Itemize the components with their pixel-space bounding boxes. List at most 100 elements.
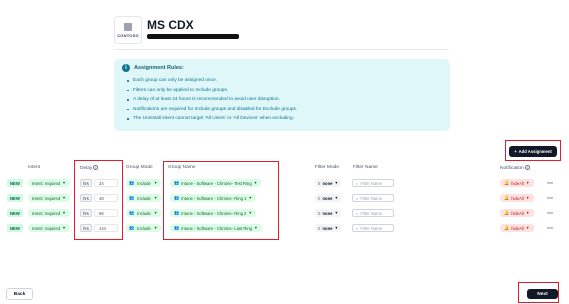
filter-name-placeholder: Filter Name (360, 225, 382, 231)
intent-select[interactable]: Intent: required ▼ (28, 209, 70, 217)
filter-icon: ≡ (318, 195, 321, 201)
header-notification: Notification i (500, 165, 530, 171)
help-icon[interactable]: i (524, 165, 530, 170)
filter-mode-value: none (322, 210, 333, 216)
people-icon: 👥 (129, 180, 135, 185)
redacted-subtitle (147, 34, 239, 39)
bell-icon: 🔔 (504, 180, 510, 185)
chevron-down-icon: ▼ (525, 181, 530, 185)
filter-name-placeholder: Filter Name (360, 210, 382, 216)
group-mode-select[interactable]: 👥 Include ▼ (126, 194, 161, 202)
chevron-down-icon: ▼ (525, 196, 530, 200)
people-icon: 👥 (129, 195, 135, 200)
bell-icon: 🔔 (504, 225, 510, 230)
filter-name-placeholder: Filter Name (360, 195, 382, 201)
notification-select[interactable]: 🔔 hideAll ▼ (500, 194, 534, 202)
filter-mode-select[interactable]: ≡ none ▼ (315, 209, 342, 217)
notification-select[interactable]: 🔔 hideAll ▼ (500, 179, 534, 187)
chevron-down-icon: ▼ (62, 226, 66, 230)
info-icon: i (122, 64, 130, 72)
search-icon: ⌕ (356, 180, 359, 186)
search-icon: ⌕ (356, 225, 359, 231)
next-button[interactable]: Next (527, 289, 558, 299)
notification-select[interactable]: 🔔 hideAll ▼ (500, 224, 534, 232)
rule-item: The Uninstall intent cannot target 'All … (127, 114, 442, 124)
org-logo: CONTOSO (114, 16, 142, 44)
app-title: MS CDX (147, 18, 194, 32)
highlight-group-name-column (163, 161, 279, 240)
filter-mode-value: none (322, 195, 333, 201)
filter-name-placeholder: Filter Name (360, 180, 382, 186)
group-mode-select[interactable]: 👥 Include ▼ (126, 209, 161, 217)
chevron-down-icon: ▼ (153, 211, 158, 215)
filter-name-input[interactable]: ⌕ Filter Name (352, 194, 394, 202)
chevron-down-icon: ▼ (62, 196, 66, 200)
intent-value: Intent: required (32, 195, 61, 201)
notification-value: hideAll (511, 210, 524, 216)
back-button[interactable]: Back (6, 288, 33, 300)
search-icon: ⌕ (356, 195, 359, 201)
intent-select[interactable]: Intent: required ▼ (28, 224, 70, 232)
people-icon: 👥 (129, 225, 135, 230)
assignment-rules-panel: i Assignment Rules: Each group can only … (114, 59, 450, 131)
chevron-down-icon: ▼ (525, 211, 530, 215)
rule-item: Each group can only be assigned once. (127, 76, 442, 86)
group-mode-value: Include (137, 210, 151, 216)
new-badge: NEW (7, 224, 23, 232)
header-notification-label: Notification (500, 165, 524, 171)
rule-item: Notifications are required for Include g… (127, 105, 442, 115)
chevron-down-icon: ▼ (153, 196, 158, 200)
intent-select[interactable]: Intent: required ▼ (28, 179, 70, 187)
new-badge: NEW (7, 194, 23, 202)
more-options-icon[interactable]: ⋯ (546, 224, 554, 232)
new-badge: NEW (7, 179, 23, 187)
intent-value: Intent: required (32, 180, 61, 186)
filter-mode-select[interactable]: ≡ none ▼ (315, 194, 342, 202)
logo-text: CONTOSO (117, 32, 139, 38)
chevron-down-icon: ▼ (334, 196, 339, 200)
new-badge: NEW (7, 209, 23, 217)
logo-icon (124, 22, 132, 31)
notification-value: hideAll (511, 195, 524, 201)
intent-value: Intent: required (32, 210, 61, 216)
header-intent: Intent (28, 165, 41, 170)
bell-icon: 🔔 (504, 195, 510, 200)
group-mode-select[interactable]: 👥 Include ▼ (126, 179, 161, 187)
rule-item: Filters can only be applied to Include g… (127, 86, 442, 96)
rules-list: Each group can only be assigned once. Fi… (122, 76, 442, 124)
chevron-down-icon: ▼ (62, 211, 66, 215)
group-mode-select[interactable]: 👥 Include ▼ (126, 224, 161, 232)
intent-value: Intent: required (32, 225, 61, 231)
more-options-icon[interactable]: ⋯ (546, 194, 554, 202)
filter-mode-value: none (322, 225, 333, 231)
notification-value: hideAll (511, 180, 524, 186)
notification-value: hideAll (511, 225, 524, 231)
group-mode-value: Include (137, 195, 151, 201)
more-options-icon[interactable]: ⋯ (546, 179, 554, 187)
highlight-delay-column (74, 160, 123, 240)
rules-title: Assignment Rules: (134, 65, 184, 71)
chevron-down-icon: ▼ (334, 226, 339, 230)
intent-select[interactable]: Intent: required ▼ (28, 194, 70, 202)
people-icon: 👥 (129, 210, 135, 215)
filter-icon: ≡ (318, 210, 321, 216)
header-filter-mode: Filter Mode (315, 165, 339, 170)
rule-item: A delay of at least 24 hours is recommen… (127, 95, 442, 105)
filter-name-input[interactable]: ⌕ Filter Name (352, 209, 394, 217)
chevron-down-icon: ▼ (334, 211, 339, 215)
chevron-down-icon: ▼ (525, 226, 530, 230)
filter-mode-select[interactable]: ≡ none ▼ (315, 179, 342, 187)
group-mode-value: Include (137, 225, 151, 231)
filter-icon: ≡ (318, 180, 321, 186)
more-options-icon[interactable]: ⋯ (546, 209, 554, 217)
filter-name-input[interactable]: ⌕ Filter Name (352, 179, 394, 187)
chevron-down-icon: ▼ (62, 181, 66, 185)
bell-icon: 🔔 (504, 210, 510, 215)
notification-select[interactable]: 🔔 hideAll ▼ (500, 209, 534, 217)
header-filter-name: Filter Name (353, 165, 378, 170)
filter-mode-select[interactable]: ≡ none ▼ (315, 224, 342, 232)
header-group-mode: Group Mode (126, 165, 153, 170)
chevron-down-icon: ▼ (153, 226, 158, 230)
group-mode-value: Include (137, 180, 151, 186)
filter-name-input[interactable]: ⌕ Filter Name (352, 224, 394, 232)
